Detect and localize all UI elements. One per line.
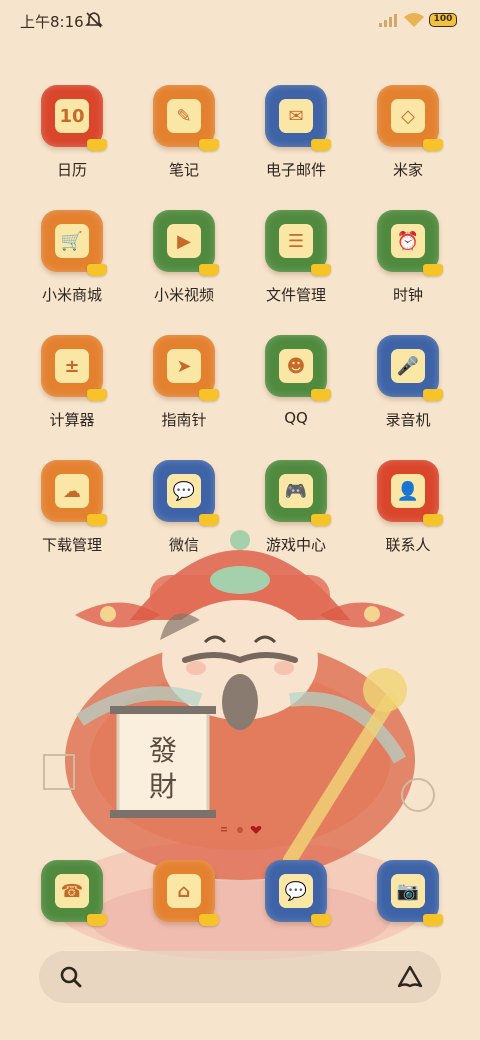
app-clock[interactable]: ⏰ 时钟 — [352, 210, 462, 325]
app-label: 录音机 — [385, 411, 431, 429]
app-label: 下载管理 — [41, 536, 102, 554]
signal-icon — [379, 14, 397, 27]
compass-icon-glyph: ➤ — [167, 349, 201, 383]
app-notes[interactable]: ✎ 笔记 — [128, 85, 238, 200]
camera-button[interactable]: 📷 — [352, 860, 462, 930]
calendar-icon-glyph: 10 — [55, 99, 89, 133]
notes-icon-glyph: ✎ — [167, 99, 201, 133]
app-label: 联系人 — [385, 536, 431, 554]
app-label: 小米商城 — [41, 286, 102, 304]
app-wechat[interactable]: 💬 微信 — [128, 460, 238, 575]
email-icon-glyph: ✉ — [279, 99, 313, 133]
contacts-icon-glyph: 👤 — [391, 474, 425, 508]
video-icon-glyph: ▶ — [167, 224, 201, 258]
phone-icon[interactable]: ☎ — [41, 860, 107, 926]
app-mijia[interactable]: ◇ 米家 — [352, 85, 462, 200]
app-label: 指南针 — [161, 411, 207, 429]
messages-icon[interactable]: 💬 — [265, 860, 331, 926]
clock-icon-glyph: ⏰ — [391, 224, 425, 258]
app-label: 计算器 — [49, 411, 95, 429]
shop-cart-icon-glyph: 🛒 — [55, 224, 89, 258]
app-compass[interactable]: ➤ 指南针 — [128, 335, 238, 450]
svg-text:財: 財 — [149, 771, 177, 803]
download-icon-glyph: ☁ — [55, 474, 89, 508]
file-manager-icon-glyph: ☰ — [279, 224, 313, 258]
calendar-icon[interactable]: 10 — [41, 85, 107, 151]
app-recorder[interactable]: 🎤 录音机 — [352, 335, 462, 450]
battery-icon: 100 — [429, 13, 457, 27]
app-label: QQ — [284, 409, 308, 427]
dock: ☎ ⌂ 💬 📷 — [0, 860, 480, 930]
assistant-icon[interactable] — [397, 965, 423, 989]
compass-icon[interactable]: ➤ — [153, 335, 219, 401]
file-manager-icon[interactable]: ☰ — [265, 210, 331, 276]
app-download[interactable]: ☁ 下载管理 — [16, 460, 126, 575]
phone-button[interactable]: ☎ — [16, 860, 126, 930]
page-dot-1[interactable] — [237, 827, 243, 833]
app-label: 文件管理 — [265, 286, 326, 304]
home-icon[interactable]: ⌂ — [153, 860, 219, 926]
app-label: 小米视频 — [153, 286, 214, 304]
game-center-icon[interactable]: 🎮 — [265, 460, 331, 526]
status-time: 上午8:16 — [20, 13, 84, 31]
mijia-icon[interactable]: ◇ — [377, 85, 443, 151]
wechat-icon[interactable]: 💬 — [153, 460, 219, 526]
mute-icon — [85, 12, 103, 28]
search-icon[interactable] — [59, 965, 83, 989]
app-label: 微信 — [168, 536, 199, 554]
app-label: 笔记 — [168, 161, 199, 179]
page-dot-current[interactable] — [250, 826, 262, 834]
download-icon[interactable]: ☁ — [41, 460, 107, 526]
game-center-icon-glyph: 🎮 — [279, 474, 313, 508]
calculator-icon-glyph: ± — [55, 349, 89, 383]
app-label: 时钟 — [392, 286, 423, 304]
page-indicator-feed[interactable] — [221, 827, 227, 832]
app-label: 日历 — [56, 161, 87, 179]
app-label: 米家 — [392, 161, 423, 179]
camera-icon-glyph: 📷 — [391, 874, 425, 908]
app-contacts[interactable]: 👤 联系人 — [352, 460, 462, 575]
wifi-icon — [404, 13, 424, 27]
messages-icon-glyph: 💬 — [279, 874, 313, 908]
qq-icon[interactable]: ☻ — [265, 335, 331, 401]
home-button[interactable]: ⌂ — [128, 860, 238, 930]
page-indicator — [221, 826, 262, 834]
recorder-icon[interactable]: 🎤 — [377, 335, 443, 401]
svg-text:發: 發 — [149, 735, 177, 767]
app-file-manager[interactable]: ☰ 文件管理 — [240, 210, 350, 325]
camera-icon[interactable]: 📷 — [377, 860, 443, 926]
calculator-icon[interactable]: ± — [41, 335, 107, 401]
messages-button[interactable]: 💬 — [240, 860, 350, 930]
clock-icon[interactable]: ⏰ — [377, 210, 443, 276]
phone-icon-glyph: ☎ — [55, 874, 89, 908]
email-icon[interactable]: ✉ — [265, 85, 331, 151]
app-calculator[interactable]: ± 计算器 — [16, 335, 126, 450]
status-bar: 上午8:16 100 — [0, 0, 480, 40]
qq-icon-glyph: ☻ — [279, 349, 313, 383]
app-shop-cart[interactable]: 🛒 小米商城 — [16, 210, 126, 325]
app-label: 游戏中心 — [265, 536, 326, 554]
app-video[interactable]: ▶ 小米视频 — [128, 210, 238, 325]
app-game-center[interactable]: 🎮 游戏中心 — [240, 460, 350, 575]
home-icon-glyph: ⌂ — [167, 874, 201, 908]
notes-icon[interactable]: ✎ — [153, 85, 219, 151]
contacts-icon[interactable]: 👤 — [377, 460, 443, 526]
app-email[interactable]: ✉ 电子邮件 — [240, 85, 350, 200]
app-calendar[interactable]: 10 日历 — [16, 85, 126, 200]
wechat-icon-glyph: 💬 — [167, 474, 201, 508]
app-label: 电子邮件 — [265, 161, 326, 179]
video-icon[interactable]: ▶ — [153, 210, 219, 276]
shop-cart-icon[interactable]: 🛒 — [41, 210, 107, 276]
mijia-icon-glyph: ◇ — [391, 99, 425, 133]
app-qq[interactable]: ☻ QQ — [240, 335, 350, 450]
search-bar[interactable] — [39, 951, 441, 1003]
recorder-icon-glyph: 🎤 — [391, 349, 425, 383]
